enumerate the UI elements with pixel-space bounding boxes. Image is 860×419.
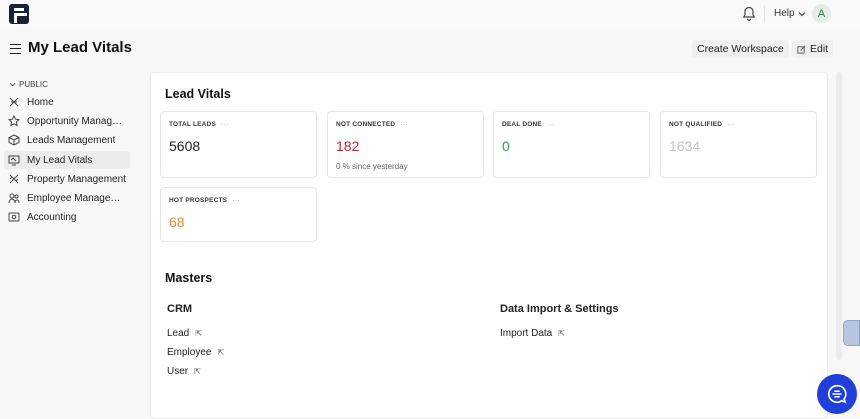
external-link-icon: ⇱ <box>195 329 202 338</box>
card-label: NOT CONNECTED ··· <box>336 121 408 128</box>
card-label: HOT PROSPECTS ··· <box>169 197 240 204</box>
avatar[interactable]: A <box>812 4 831 23</box>
card-value: 68 <box>169 214 185 230</box>
card-not-connected[interactable]: NOT CONNECTED ··· 182 0 % since yesterday <box>327 111 484 178</box>
card-value: 1634 <box>669 138 701 154</box>
star-icon <box>8 115 20 127</box>
card-not-qualified[interactable]: NOT QUALIFIED ··· 1634 <box>660 111 817 178</box>
side-widget-tab[interactable] <box>843 320 860 346</box>
employee-link[interactable]: Employee ⇱ <box>167 347 224 358</box>
card-value: 182 <box>336 138 360 154</box>
chevron-down-icon <box>9 82 16 87</box>
monitor-icon <box>8 154 20 166</box>
page-title: My Lead Vitals <box>28 39 132 56</box>
help-menu[interactable]: Help <box>774 8 806 19</box>
sidebar-item-employee-management[interactable]: Employee Management <box>4 189 130 207</box>
more-options-icon[interactable]: ··· <box>232 197 240 204</box>
sidebar-item-property-management[interactable]: Property Management <box>4 170 130 188</box>
app-logo[interactable] <box>9 4 29 24</box>
link-label: Lead <box>167 328 190 339</box>
card-label-text: TOTAL LEADS <box>169 121 216 128</box>
top-bar: Help A <box>0 0 860 28</box>
external-link-icon: ⇱ <box>558 329 565 338</box>
card-label: DEAL DONE ··· <box>502 121 555 128</box>
chat-icon <box>828 384 847 404</box>
page-header: My Lead Vitals Create Workspace Edit <box>0 36 860 62</box>
box-icon <box>8 134 20 146</box>
sidebar-item-my-lead-vitals[interactable]: My Lead Vitals <box>4 151 130 169</box>
card-total-leads[interactable]: TOTAL LEADS ··· 5608 <box>160 111 317 178</box>
card-label-text: DEAL DONE <box>502 121 542 128</box>
data-import-title: Data Import & Settings <box>500 303 619 315</box>
card-label-text: NOT CONNECTED <box>336 121 396 128</box>
help-label: Help <box>774 8 795 19</box>
user-link[interactable]: User ⇱ <box>167 366 201 377</box>
sidebar-item-accounting[interactable]: Accounting <box>4 208 130 226</box>
sidebar-item-label: Employee Management <box>27 192 127 204</box>
import-data-link[interactable]: Import Data ⇱ <box>500 328 565 339</box>
home-icon <box>8 96 20 108</box>
main-panel: Lead Vitals TOTAL LEADS ··· 5608 NOT CONN… <box>150 72 828 419</box>
more-options-icon[interactable]: ··· <box>727 121 735 128</box>
external-link-icon: ⇱ <box>194 367 201 376</box>
edit-icon <box>797 45 806 54</box>
sidebar-item-label: Property Management <box>27 173 126 185</box>
sidebar-item-leads-management[interactable]: Leads Management <box>4 131 130 149</box>
scrollbar[interactable] <box>836 72 842 360</box>
link-label: User <box>167 366 189 377</box>
card-label: NOT QUALIFIED ··· <box>669 121 735 128</box>
card-label: TOTAL LEADS ··· <box>169 121 229 128</box>
users-icon <box>8 192 20 204</box>
card-value: 0 <box>502 138 510 154</box>
sidebar-item-label: My Lead Vitals <box>27 154 93 166</box>
card-value: 5608 <box>169 138 201 154</box>
bell-icon[interactable] <box>742 6 756 22</box>
link-label: Import Data <box>500 328 553 339</box>
hamburger-menu-icon[interactable] <box>10 44 21 54</box>
card-hot-prospects[interactable]: HOT PROSPECTS ··· 68 <box>160 187 317 242</box>
card-label-text: NOT QUALIFIED <box>669 121 723 128</box>
crm-title: CRM <box>167 303 193 315</box>
card-deal-done[interactable]: DEAL DONE ··· 0 <box>493 111 650 178</box>
sidebar-item-label: Home <box>27 96 54 108</box>
more-options-icon[interactable]: ··· <box>400 121 408 128</box>
more-options-icon[interactable]: ··· <box>547 121 555 128</box>
accounting-icon <box>8 211 20 223</box>
chat-support-button[interactable] <box>817 374 857 414</box>
card-label-text: HOT PROSPECTS <box>169 197 228 204</box>
sidebar-section-label: PUBLIC <box>19 80 48 89</box>
masters-title: Masters <box>165 271 213 285</box>
topbar-divider <box>764 6 765 22</box>
lead-vitals-title: Lead Vitals <box>165 87 231 101</box>
sidebar-item-home[interactable]: Home <box>4 93 130 111</box>
external-link-icon: ⇱ <box>217 348 225 357</box>
edit-label: Edit <box>810 43 829 55</box>
sidebar-section-public[interactable]: PUBLIC <box>9 80 48 89</box>
create-workspace-button[interactable]: Create Workspace <box>692 40 789 58</box>
sidebar-item-opportunity-management[interactable]: Opportunity Management <box>4 112 130 130</box>
tools-icon <box>8 173 20 185</box>
more-options-icon[interactable]: ··· <box>221 121 229 128</box>
sidebar-item-label: Opportunity Management <box>27 115 127 127</box>
edit-button[interactable]: Edit <box>792 40 834 58</box>
card-subtext: 0 % since yesterday <box>336 162 408 171</box>
link-label: Employee <box>167 347 212 358</box>
chevron-down-icon <box>798 11 806 16</box>
sidebar-item-label: Leads Management <box>27 134 116 146</box>
sidebar-item-label: Accounting <box>27 211 77 223</box>
lead-link[interactable]: Lead ⇱ <box>167 328 202 339</box>
